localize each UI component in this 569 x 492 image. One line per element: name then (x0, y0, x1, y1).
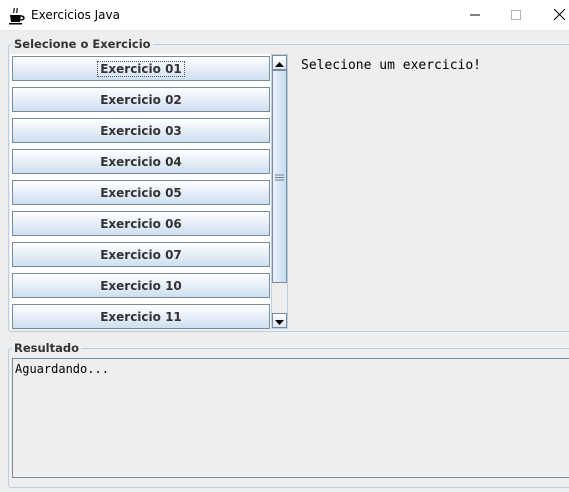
select-panel-legend: Selecione o Exercicio (12, 37, 153, 51)
exercise-11-button[interactable]: Exercicio 11 (12, 304, 270, 329)
arrow-up-icon (275, 56, 284, 70)
scroll-up-button[interactable] (272, 55, 287, 70)
minimize-icon (470, 9, 480, 23)
scroll-down-button[interactable] (272, 313, 287, 328)
scroll-thumb[interactable] (272, 70, 287, 283)
exercise-03-button[interactable]: Exercicio 03 (12, 118, 270, 143)
exercise-02-button[interactable]: Exercicio 02 (12, 87, 270, 112)
maximize-icon (511, 9, 521, 23)
exercise-07-button[interactable]: Exercicio 07 (12, 242, 270, 267)
button-label: Exercicio 11 (100, 309, 182, 324)
maximize-button[interactable] (493, 0, 539, 31)
result-panel-legend: Resultado (12, 341, 82, 355)
exercise-01-button[interactable]: Exercicio 01 (12, 56, 270, 81)
button-label: Exercicio 03 (100, 123, 182, 138)
title-bar: Exercicios Java (0, 0, 569, 31)
close-icon (553, 8, 565, 23)
button-label: Exercicio 10 (100, 278, 182, 293)
button-label: Exercicio 07 (100, 247, 182, 262)
button-label: Exercicio 02 (100, 92, 182, 107)
minimize-button[interactable] (452, 0, 498, 31)
exercise-06-button[interactable]: Exercicio 06 (12, 211, 270, 236)
arrow-down-icon (275, 314, 284, 328)
exercise-05-button[interactable]: Exercicio 05 (12, 180, 270, 205)
java-coffee-cup-icon (8, 7, 26, 25)
window-title: Exercicios Java (31, 8, 120, 22)
button-label: Exercicio 04 (100, 154, 182, 169)
exercise-04-button[interactable]: Exercicio 04 (12, 149, 270, 174)
result-text-area[interactable]: Aguardando... (12, 358, 569, 478)
selection-message: Selecione um exercicio! (301, 58, 482, 73)
button-label: Exercicio 01 (97, 60, 185, 77)
exercise-list: Exercicio 01 Exercicio 02 Exercicio 03 E… (10, 54, 272, 329)
button-label: Exercicio 06 (100, 216, 182, 231)
close-button[interactable] (536, 0, 569, 31)
button-label: Exercicio 05 (100, 185, 182, 200)
exercise-10-button[interactable]: Exercicio 10 (12, 273, 270, 298)
list-scrollbar[interactable] (271, 54, 288, 329)
grip-icon (275, 170, 284, 184)
